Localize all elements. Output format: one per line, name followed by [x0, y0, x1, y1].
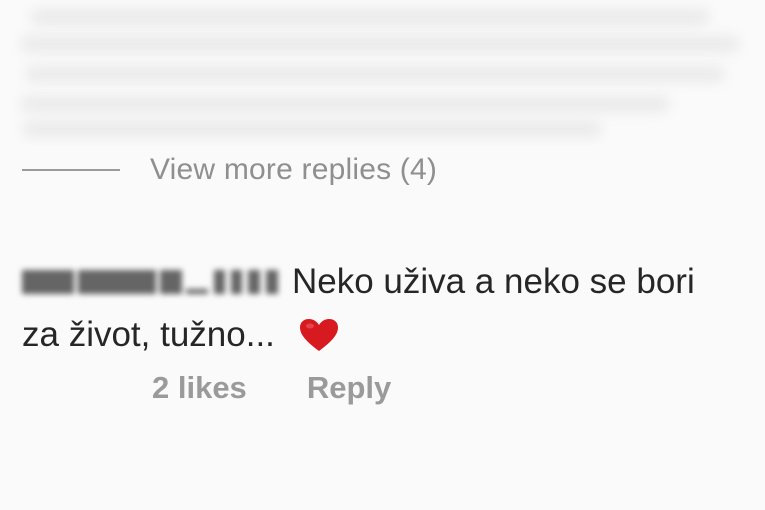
comment-text-line1: Neko uživa a neko se bori — [292, 262, 695, 301]
view-more-replies-button[interactable]: View more replies (4) — [22, 150, 437, 190]
username-blurred[interactable] — [22, 265, 282, 299]
view-more-replies-label: View more replies (4) — [150, 153, 438, 186]
comment-text-line2: za život, tužno... — [22, 315, 275, 354]
blurred-previous-comment — [0, 0, 765, 145]
comment: Neko uživa a neko se bori za život, tužn… — [22, 255, 757, 367]
reply-button[interactable]: Reply — [307, 370, 391, 406]
comment-actions: 2 likes Reply — [152, 370, 391, 406]
divider-line — [22, 169, 120, 171]
heart-icon — [299, 314, 339, 367]
likes-count-button[interactable]: 2 likes — [152, 370, 247, 406]
